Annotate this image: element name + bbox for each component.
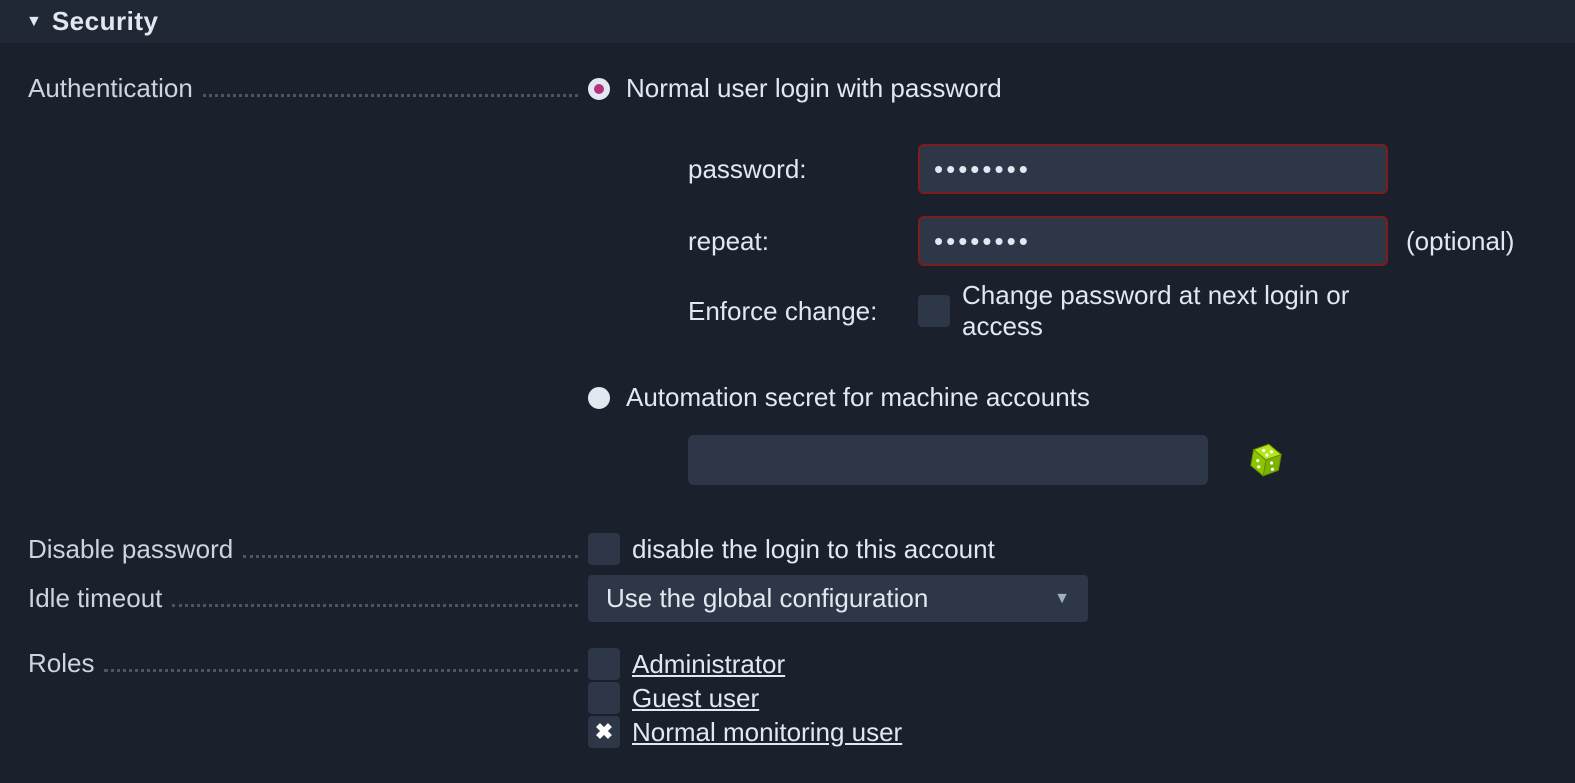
password-block: password: repeat: (optional) Enforce cha…	[588, 144, 1547, 342]
row-idle-timeout: Idle timeout Use the global configuratio…	[28, 575, 1547, 622]
dotted-leader	[172, 584, 578, 607]
checkbox-enforce-change[interactable]	[918, 295, 950, 327]
radio-icon	[588, 78, 610, 100]
label-optional: (optional)	[1388, 226, 1547, 257]
section-title: Security	[52, 6, 159, 37]
link-role-normal-monitoring[interactable]: Normal monitoring user	[632, 717, 902, 748]
label-authentication: Authentication	[28, 73, 193, 104]
checkbox-role-administrator[interactable]	[588, 648, 620, 680]
select-idle-timeout[interactable]: Use the global configuration ▼	[588, 575, 1088, 622]
label-disable-password: Disable password	[28, 534, 233, 565]
radio-automation-secret[interactable]: Automation secret for machine accounts	[588, 382, 1547, 413]
dotted-leader	[243, 534, 578, 557]
label-idle-timeout: Idle timeout	[28, 583, 162, 614]
role-normal-monitoring-user: Normal monitoring user	[588, 716, 1547, 748]
link-role-administrator[interactable]: Administrator	[632, 649, 785, 680]
row-roles: Roles Administrator Guest user Normal mo…	[28, 648, 1547, 750]
select-idle-timeout-value: Use the global configuration	[606, 583, 928, 614]
row-authentication: Authentication Normal user login with pa…	[28, 73, 1547, 485]
label-roles: Roles	[28, 648, 94, 679]
section-body: Authentication Normal user login with pa…	[0, 43, 1575, 750]
automation-secret-row	[588, 435, 1547, 485]
automation-secret-input[interactable]	[688, 435, 1208, 485]
radio-icon	[588, 387, 610, 409]
checkbox-disable-login[interactable]	[588, 533, 620, 565]
authentication-value: Normal user login with password password…	[588, 73, 1547, 485]
radio-normal-label: Normal user login with password	[626, 73, 1002, 104]
dotted-leader	[203, 74, 578, 97]
link-role-guest[interactable]: Guest user	[632, 683, 759, 714]
radio-normal-login[interactable]: Normal user login with password	[588, 73, 1547, 104]
repeat-password-input[interactable]	[918, 216, 1388, 266]
checkbox-role-normal-monitoring[interactable]	[588, 716, 620, 748]
row-disable-password: Disable password disable the login to th…	[28, 533, 1547, 565]
dotted-leader	[104, 649, 578, 672]
label-enforce: Enforce change:	[688, 296, 918, 327]
role-guest-user: Guest user	[588, 682, 1547, 714]
label-repeat: repeat:	[688, 226, 918, 257]
dice-icon[interactable]	[1245, 439, 1287, 481]
section-header[interactable]: ▼ Security	[0, 0, 1575, 43]
radio-automation-label: Automation secret for machine accounts	[626, 382, 1090, 413]
chevron-down-icon: ▼	[1054, 590, 1070, 608]
password-input[interactable]	[918, 144, 1388, 194]
label-password: password:	[688, 154, 918, 185]
collapse-triangle-icon: ▼	[20, 14, 42, 30]
disable-login-text: disable the login to this account	[632, 534, 995, 565]
checkbox-role-guest[interactable]	[588, 682, 620, 714]
enforce-change-text: Change password at next login or access	[962, 280, 1388, 342]
role-administrator: Administrator	[588, 648, 1547, 680]
